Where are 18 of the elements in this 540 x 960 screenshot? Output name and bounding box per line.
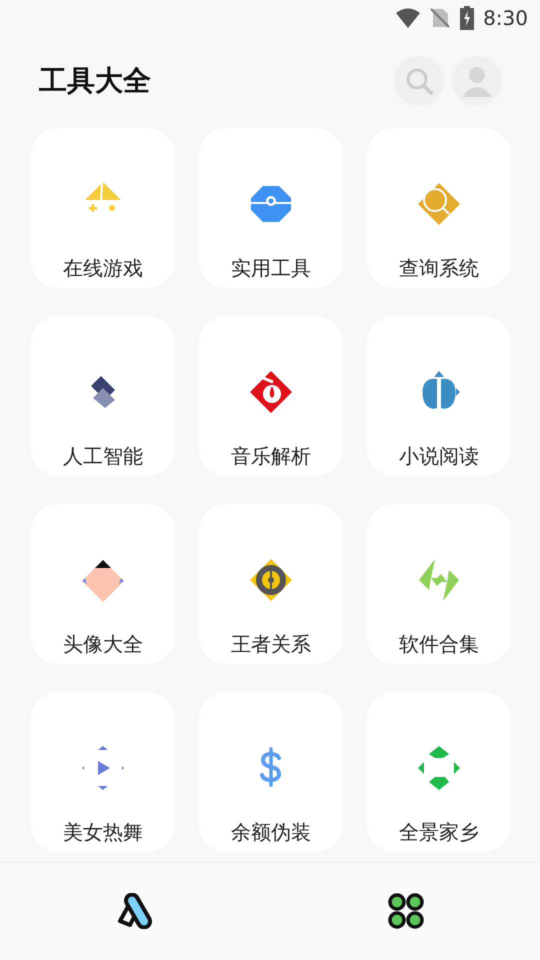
tool-tile[interactable]: 在线游戏 bbox=[31, 128, 175, 288]
status-time: 8:30 bbox=[483, 5, 528, 32]
tool-tile[interactable]: 实用工具 bbox=[199, 128, 343, 288]
battery-icon bbox=[459, 6, 476, 30]
tool-tile[interactable]: 查询系统 bbox=[367, 128, 511, 288]
tool-tile[interactable]: 音乐解析 bbox=[199, 316, 343, 476]
tool-tile[interactable]: 王者关系 bbox=[199, 504, 343, 664]
page-title: 工具大全 bbox=[39, 64, 151, 98]
tool-tile[interactable]: 美女热舞 bbox=[31, 692, 175, 852]
apps-tab-icon[interactable] bbox=[388, 893, 424, 929]
no-sim-icon bbox=[429, 7, 452, 29]
tool-tile[interactable]: 余额伪装 bbox=[199, 692, 343, 852]
tool-tile[interactable]: 人工智能 bbox=[31, 316, 175, 476]
wifi-icon bbox=[395, 7, 422, 29]
tool-tile[interactable]: 小说阅读 bbox=[367, 316, 511, 476]
tool-tile[interactable]: 头像大全 bbox=[31, 504, 175, 664]
tool-tile[interactable]: 软件合集 bbox=[367, 504, 511, 664]
tool-tile[interactable]: 全景家乡 bbox=[367, 692, 511, 852]
